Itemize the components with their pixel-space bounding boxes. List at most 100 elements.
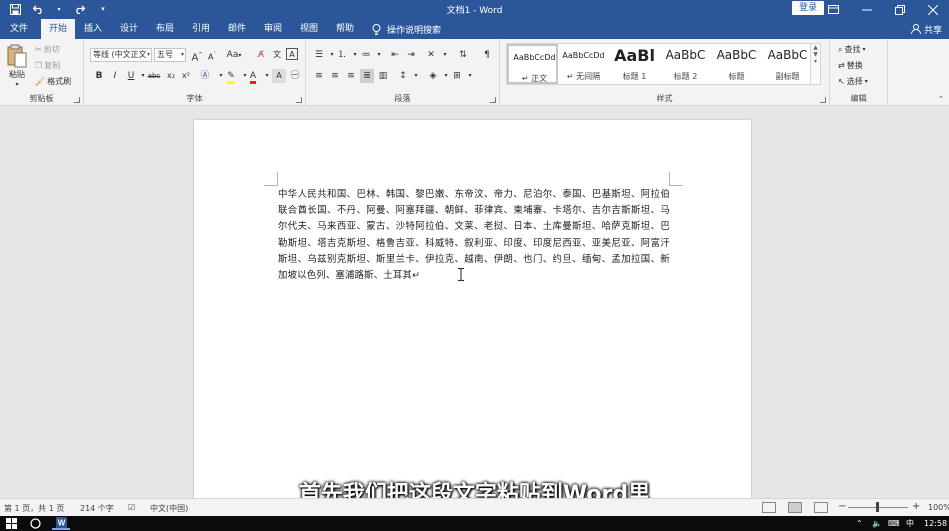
paste-icon — [7, 44, 27, 68]
decrease-indent-icon[interactable]: ⇤ — [388, 48, 402, 62]
minimize-icon[interactable] — [850, 0, 883, 19]
keyboard-icon[interactable]: ⌨ — [888, 517, 900, 530]
phonetic-guide-icon[interactable]: 文 — [270, 48, 284, 62]
copy-button[interactable]: ❐ 复制 — [35, 60, 60, 71]
align-center-icon[interactable]: ≡ — [328, 69, 342, 83]
borders-icon[interactable]: ⊞ — [450, 69, 464, 83]
font-launcher-icon[interactable] — [296, 97, 302, 103]
tab-review[interactable]: 审阅 — [257, 19, 289, 39]
paragraph-launcher-icon[interactable] — [490, 97, 496, 103]
restore-icon[interactable] — [883, 0, 916, 19]
language-indicator[interactable]: 中文(中国) — [150, 503, 188, 514]
text-effects-icon[interactable]: Ⓐ — [198, 69, 212, 83]
chevron-down-icon[interactable]: ▾ — [372, 48, 386, 62]
tab-mailings[interactable]: 邮件 — [221, 19, 253, 39]
find-button[interactable]: ⌕ 查找 ▾ — [838, 44, 866, 55]
change-case-icon[interactable]: Aa▾ — [224, 48, 244, 62]
chevron-down-icon[interactable]: ▾ — [409, 69, 423, 83]
distributed-icon[interactable]: ▥ — [376, 69, 390, 83]
collapse-ribbon-icon[interactable]: ⌃ — [938, 95, 944, 103]
font-name-combo[interactable]: 等线 (中文正文 ▾ — [90, 48, 152, 62]
cut-button[interactable]: ✂ 剪切 — [35, 44, 60, 55]
style-no-spacing[interactable]: AaBbCcDd ↵ 无间隔 — [558, 44, 609, 84]
align-right-icon[interactable]: ≡ — [344, 69, 358, 83]
paragraph-group-label: 段落 — [394, 94, 411, 103]
asian-layout-icon[interactable]: ✕ — [424, 48, 438, 62]
styles-launcher-icon[interactable] — [820, 97, 826, 103]
align-left-icon[interactable]: ≡ — [312, 69, 326, 83]
clock[interactable]: 12:58 — [924, 517, 947, 530]
font-size-combo[interactable]: 五号 ▾ — [154, 48, 186, 62]
italic-icon[interactable]: I — [108, 69, 122, 83]
font-color-icon[interactable]: A — [246, 69, 260, 84]
style-normal[interactable]: AaBbCcDd ↵ 正文 — [507, 44, 558, 84]
bullets-icon[interactable]: ☰ — [312, 48, 326, 62]
windows-start-icon[interactable] — [6, 517, 17, 530]
zoom-slider-thumb[interactable] — [876, 502, 879, 512]
zoom-in-icon[interactable]: + — [912, 501, 920, 512]
enclose-circle-icon[interactable]: ㊀ — [288, 69, 302, 83]
tab-layout[interactable]: 布局 — [149, 19, 181, 39]
tab-file[interactable]: 文件 — [0, 19, 38, 39]
search-icon[interactable] — [30, 517, 41, 530]
styles-gallery-scroll[interactable]: ▲ ▼ ▾ — [811, 43, 821, 85]
clear-formatting-icon[interactable]: A̸ — [254, 48, 268, 62]
tell-me-search[interactable]: 操作说明搜索 — [372, 19, 441, 39]
chevron-down-icon[interactable]: ▼ — [811, 51, 820, 58]
ribbon-display-icon[interactable] — [817, 0, 850, 19]
tab-insert[interactable]: 插入 — [77, 19, 109, 39]
tab-view[interactable]: 视图 — [293, 19, 325, 39]
style-subtitle[interactable]: AaBbC 副标题 — [762, 44, 813, 84]
line-spacing-icon[interactable]: ↕ — [396, 69, 410, 83]
enclose-character-icon[interactable]: A — [286, 48, 298, 60]
sort-icon[interactable]: ⇅ — [456, 48, 470, 62]
style-heading-1[interactable]: AaBl 标题 1 — [609, 44, 660, 84]
tray-up-icon[interactable]: ⌃ — [856, 517, 863, 530]
zoom-level[interactable]: 100% — [928, 503, 949, 512]
read-mode-icon[interactable] — [762, 502, 776, 513]
chevron-down-icon[interactable]: ▾ — [438, 48, 452, 62]
increase-indent-icon[interactable]: ⇥ — [404, 48, 418, 62]
bold-icon[interactable]: B — [92, 69, 106, 83]
font-size-value: 五号 — [157, 50, 173, 59]
tab-home[interactable]: 开始 — [41, 19, 75, 39]
speaker-icon[interactable]: 🔈 — [872, 517, 882, 530]
print-layout-icon[interactable] — [788, 502, 802, 513]
subscript-icon[interactable]: x₂ — [164, 69, 178, 83]
document-page[interactable]: 中华人民共和国、巴林、韩国、黎巴嫩、东帝汶、帝力、尼泊尔、泰国、巴基斯坦、阿拉伯… — [194, 120, 751, 498]
chevron-down-icon[interactable]: ▾ — [463, 69, 477, 83]
superscript-icon[interactable]: x² — [179, 69, 193, 83]
multilevel-list-icon[interactable]: ≔ — [359, 48, 373, 62]
replace-button[interactable]: ⇄ 替换 — [838, 60, 863, 71]
zoom-out-icon[interactable]: − — [838, 501, 846, 512]
share-button[interactable]: 共享 — [911, 19, 942, 39]
proofing-icon[interactable]: ☑ — [128, 503, 135, 512]
tab-references[interactable]: 引用 — [185, 19, 217, 39]
style-heading-2[interactable]: AaBbC 标题 2 — [660, 44, 711, 84]
show-marks-icon[interactable]: ¶ — [480, 48, 494, 62]
document-body-text[interactable]: 中华人民共和国、巴林、韩国、黎巴嫩、东帝汶、帝力、尼泊尔、泰国、巴基斯坦、阿拉伯… — [278, 187, 670, 284]
character-shading-icon[interactable]: A — [272, 69, 286, 83]
word-count[interactable]: 214 个字 — [80, 503, 114, 514]
more-icon[interactable]: ▾ — [811, 58, 820, 65]
clipboard-launcher-icon[interactable] — [74, 97, 80, 103]
shrink-font-icon[interactable]: Aˇ — [205, 48, 219, 62]
shading-icon[interactable]: ◈ — [426, 69, 440, 83]
word-taskbar-icon[interactable]: W — [52, 517, 70, 530]
select-button[interactable]: ↖ 选择 ▾ — [838, 76, 868, 87]
style-title[interactable]: AaBbC 标题 — [711, 44, 762, 84]
grow-font-icon[interactable]: A^ — [190, 48, 204, 63]
tab-help[interactable]: 帮助 — [329, 19, 361, 39]
highlight-icon[interactable]: ✎ — [224, 69, 238, 84]
format-painter-button[interactable]: 🖌 格式刷 — [35, 76, 71, 87]
chevron-up-icon[interactable]: ▲ — [811, 44, 820, 51]
tab-design[interactable]: 设计 — [113, 19, 145, 39]
paste-button[interactable]: 粘贴 ▾ — [6, 44, 28, 88]
numbering-icon[interactable]: ⒈ — [335, 48, 349, 62]
web-layout-icon[interactable] — [814, 502, 828, 513]
close-icon[interactable] — [916, 0, 949, 19]
justify-icon[interactable]: ≣ — [360, 69, 374, 83]
page-count[interactable]: 第 1 页，共 1 页 — [4, 503, 64, 514]
strikethrough-icon[interactable]: abc — [146, 69, 162, 83]
ime-indicator[interactable]: 中 — [906, 517, 914, 530]
